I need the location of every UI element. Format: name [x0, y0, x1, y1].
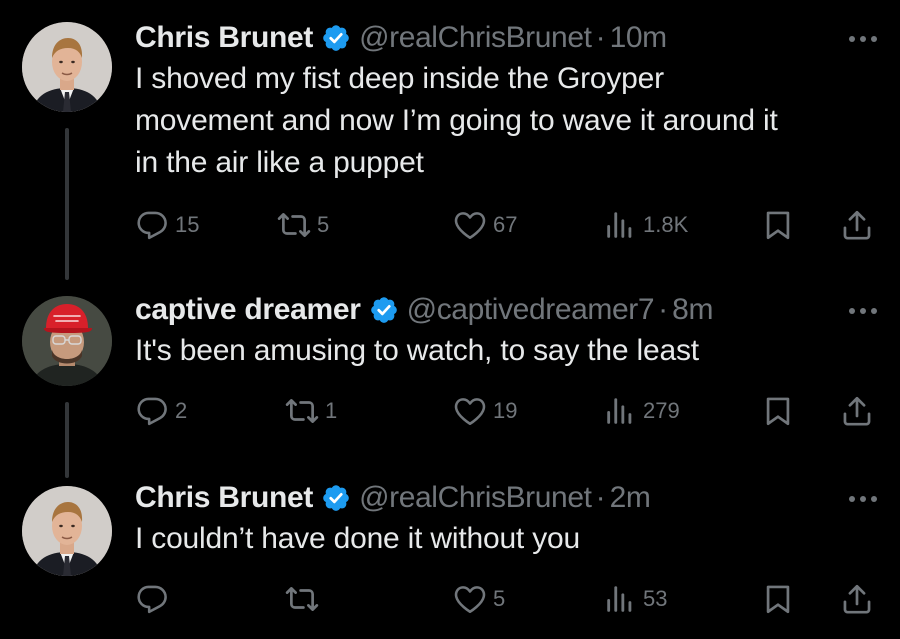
- tweet-header: Chris Brunet @realChrisBrunet · 10m: [135, 20, 880, 56]
- avatar-red-cap-icon: [22, 296, 112, 386]
- bookmark-icon: [761, 582, 795, 616]
- like-icon: [453, 582, 487, 616]
- bookmark-button[interactable]: [761, 208, 795, 242]
- more-icon[interactable]: [846, 32, 880, 46]
- tweet-content: captive dreamer @captivedreamer7 · 8m It…: [135, 292, 880, 372]
- tweet-text-line: movement and now I’m going to wave it ar…: [135, 104, 778, 137]
- action-bar: 5 53: [135, 582, 880, 616]
- like-count: 67: [493, 212, 518, 237]
- bookmark-button[interactable]: [761, 582, 795, 616]
- views-count: 1.8K: [643, 212, 689, 237]
- user-handle[interactable]: @realChrisBrunet: [359, 481, 592, 515]
- repost-button[interactable]: [285, 582, 325, 616]
- timestamp[interactable]: 8m: [672, 293, 713, 327]
- views-button[interactable]: 53: [603, 582, 667, 616]
- tweet-content: Chris Brunet @realChrisBrunet · 10m I sh…: [135, 20, 880, 184]
- thread-connector: [65, 402, 69, 478]
- repost-icon: [285, 582, 319, 616]
- reply-icon: [135, 582, 169, 616]
- tweet-text: I shoved my fist deep inside the Groyper…: [135, 58, 880, 184]
- verified-badge-icon[interactable]: [369, 295, 399, 325]
- tweet-content: Chris Brunet @realChrisBrunet · 2m I cou…: [135, 480, 880, 560]
- like-button[interactable]: 19: [453, 394, 517, 428]
- like-icon: [453, 208, 487, 242]
- tweet-header: captive dreamer @captivedreamer7 · 8m: [135, 292, 880, 328]
- timestamp[interactable]: 2m: [610, 481, 651, 515]
- action-bar: 15 5 67 1.8K: [135, 208, 880, 242]
- repost-count: 5: [317, 212, 330, 237]
- views-icon: [603, 394, 637, 428]
- views-icon: [603, 582, 637, 616]
- reply-button[interactable]: [135, 582, 175, 616]
- tweet-text: I couldn’t have done it without you: [135, 518, 880, 560]
- reply-icon: [135, 208, 169, 242]
- verified-badge-icon[interactable]: [321, 483, 351, 513]
- avatar[interactable]: [22, 22, 112, 112]
- tweet-text-line: in the air like a puppet: [135, 146, 424, 179]
- like-button[interactable]: 5: [453, 582, 505, 616]
- separator: ·: [595, 21, 606, 54]
- repost-icon: [285, 394, 319, 428]
- separator: ·: [658, 293, 669, 326]
- display-name[interactable]: Chris Brunet: [135, 21, 313, 55]
- avatar[interactable]: [22, 486, 112, 576]
- like-count: 5: [493, 586, 506, 611]
- repost-button[interactable]: 5: [277, 208, 329, 242]
- reply-icon: [135, 394, 169, 428]
- display-name[interactable]: Chris Brunet: [135, 481, 313, 515]
- tweet-header: Chris Brunet @realChrisBrunet · 2m: [135, 480, 880, 516]
- like-count: 19: [493, 398, 518, 423]
- separator: ·: [595, 481, 606, 514]
- reply-button[interactable]: 2: [135, 394, 187, 428]
- reply-count: 15: [175, 212, 200, 237]
- views-button[interactable]: 279: [603, 394, 680, 428]
- more-icon[interactable]: [846, 492, 880, 506]
- more-icon[interactable]: [846, 304, 880, 318]
- avatar-man-suit-icon: [22, 486, 112, 576]
- user-handle[interactable]: @captivedreamer7: [407, 293, 655, 327]
- views-count: 279: [643, 398, 680, 423]
- thread-connector: [65, 128, 69, 280]
- views-icon: [603, 208, 637, 242]
- share-icon: [840, 582, 874, 616]
- tweet-text-line: It's been amusing to watch, to say the l…: [135, 334, 699, 367]
- share-icon: [840, 208, 874, 242]
- tweet-text: It's been amusing to watch, to say the l…: [135, 330, 880, 372]
- verified-badge-icon[interactable]: [321, 23, 351, 53]
- tweet-text-line: I shoved my fist deep inside the Groyper: [135, 62, 664, 95]
- share-icon: [840, 394, 874, 428]
- thread: Chris Brunet @realChrisBrunet · 10m I sh…: [0, 0, 900, 639]
- reply-count: 2: [175, 398, 188, 423]
- timestamp[interactable]: 10m: [610, 21, 668, 55]
- share-button[interactable]: [840, 582, 874, 616]
- share-button[interactable]: [840, 394, 874, 428]
- tweet-text-line: I couldn’t have done it without you: [135, 522, 580, 555]
- user-handle[interactable]: @realChrisBrunet: [359, 21, 592, 55]
- repost-button[interactable]: 1: [285, 394, 337, 428]
- bookmark-button[interactable]: [761, 394, 795, 428]
- like-icon: [453, 394, 487, 428]
- bookmark-icon: [761, 394, 795, 428]
- action-bar: 2 1 19 279: [135, 394, 880, 428]
- like-button[interactable]: 67: [453, 208, 517, 242]
- reply-button[interactable]: 15: [135, 208, 199, 242]
- bookmark-icon: [761, 208, 795, 242]
- views-button[interactable]: 1.8K: [603, 208, 688, 242]
- share-button[interactable]: [840, 208, 874, 242]
- avatar[interactable]: [22, 296, 112, 386]
- repost-count: 1: [325, 398, 338, 423]
- repost-icon: [277, 208, 311, 242]
- display-name[interactable]: captive dreamer: [135, 293, 361, 327]
- views-count: 53: [643, 586, 668, 611]
- avatar-man-suit-icon: [22, 22, 112, 112]
